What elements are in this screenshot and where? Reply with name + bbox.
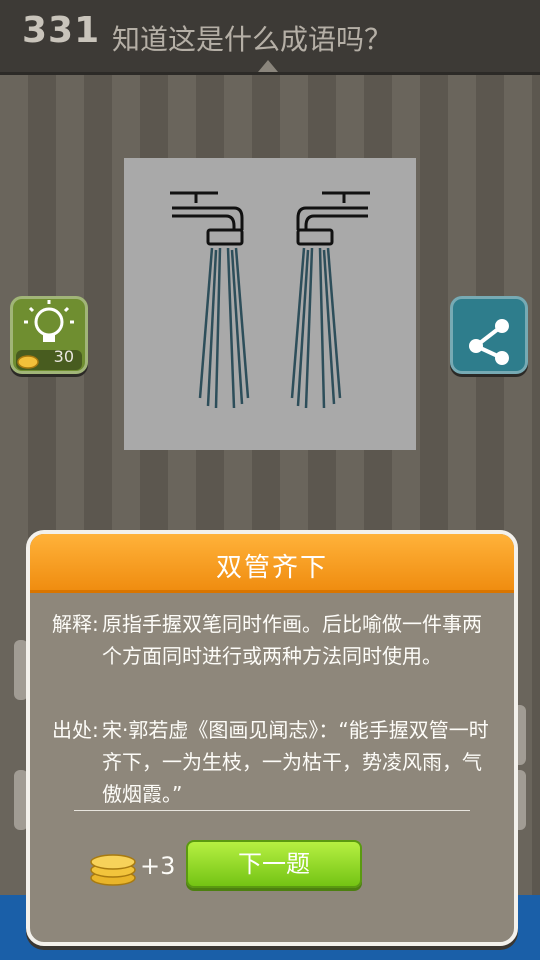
question-text: 知道这是什么成语吗？: [112, 23, 393, 56]
dialog-header: 双管齐下: [30, 534, 514, 593]
coin-stack-icon: [90, 854, 136, 886]
idiom-title: 双管齐下: [215, 553, 328, 583]
share-icon: [469, 319, 509, 365]
hint-cost-bar: 30: [16, 347, 82, 370]
next-question-button[interactable]: 下一题: [186, 840, 362, 888]
share-button[interactable]: [450, 296, 528, 374]
coin-icon: [17, 355, 39, 369]
puzzle-image: [124, 158, 416, 450]
level-number: 331: [22, 10, 101, 51]
top-bar: 331 知道这是什么成语吗？: [0, 0, 540, 75]
source-text: 宋·郭若虚《图画见闻志》：“能手握双管一时齐下，一为生枝，一为枯干，势凌风雨，气…: [102, 718, 489, 806]
right-water: [290, 247, 342, 409]
explanation-text: 原指手握双笔同时作画。后比喻做一件事两个方面同时进行或两种方法同时使用。: [102, 612, 482, 668]
answer-dialog: 双管齐下 解释: 原指手握双笔同时作画。后比喻做一件事两个方面同时进行或两种方法…: [26, 530, 518, 946]
bar-notch: [258, 60, 278, 72]
explanation-label: 解释:: [52, 612, 99, 636]
left-tap: [170, 191, 244, 246]
reward-amount: +3: [140, 852, 176, 880]
source-label: 出处:: [52, 718, 99, 742]
left-water: [198, 247, 250, 409]
hint-cost: 30: [53, 347, 74, 366]
two-taps-drawing: [170, 191, 370, 409]
right-tap: [296, 191, 370, 246]
lightbulb-icon: [24, 300, 74, 342]
hint-button[interactable]: 30: [10, 296, 88, 374]
divider: [74, 810, 470, 811]
